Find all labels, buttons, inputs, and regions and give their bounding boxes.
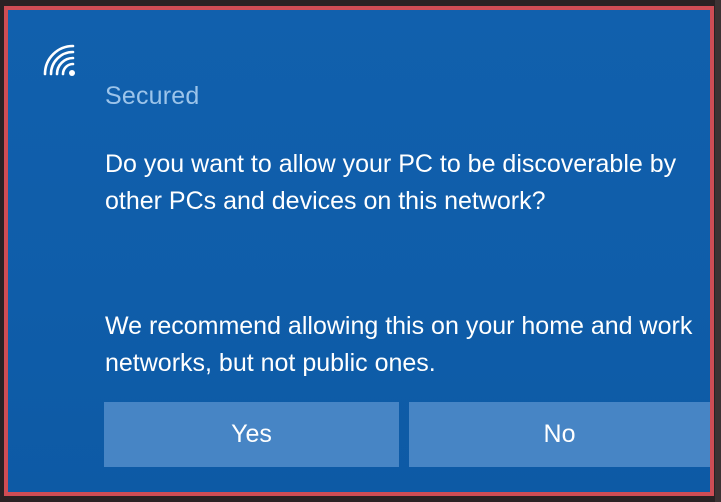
no-button[interactable]: No bbox=[409, 402, 710, 467]
flyout-panel: Secured Do you want to allow your PC to … bbox=[8, 10, 710, 492]
discovery-question: Do you want to allow your PC to be disco… bbox=[105, 150, 677, 215]
yes-button[interactable]: Yes bbox=[104, 402, 399, 467]
discovery-recommendation: We recommend allowing this on your home … bbox=[105, 312, 693, 377]
background-edge bbox=[715, 0, 721, 502]
network-status-label: Secured bbox=[105, 82, 200, 110]
wifi-icon bbox=[43, 44, 75, 76]
network-discovery-flyout: Secured Do you want to allow your PC to … bbox=[4, 6, 714, 496]
